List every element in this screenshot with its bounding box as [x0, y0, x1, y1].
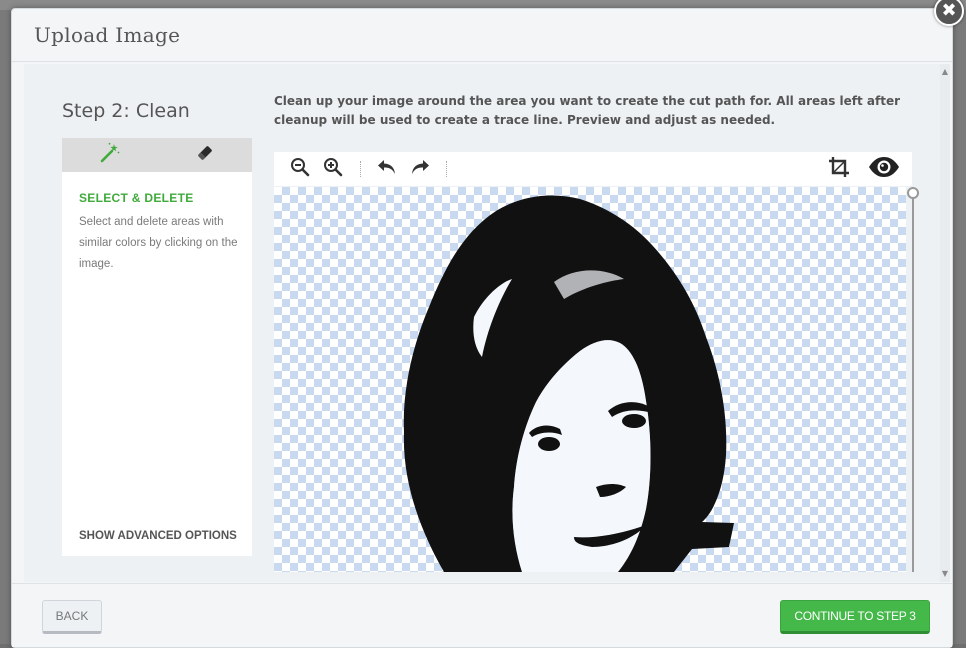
undo-button[interactable]	[373, 156, 401, 182]
toolbar-divider	[360, 161, 361, 177]
scroll-up-arrow-icon[interactable]: ▲	[940, 66, 950, 78]
step-instruction: Clean up your image around the area you …	[274, 94, 901, 127]
preview-eye-icon	[867, 156, 901, 182]
show-advanced-options-link[interactable]: SHOW ADVANCED OPTIONS	[79, 530, 237, 542]
redo-icon	[409, 157, 431, 181]
zoom-out-button[interactable]	[286, 156, 314, 182]
tab-select-delete[interactable]	[62, 138, 157, 172]
zoom-slider-track	[912, 193, 914, 572]
zoom-slider-handle[interactable]	[907, 187, 919, 199]
image-toolbar	[274, 152, 912, 186]
traced-portrait-image	[403, 195, 734, 572]
zoom-slider[interactable]	[906, 187, 920, 572]
continue-to-step-3-button[interactable]: CONTINUE TO STEP 3	[780, 600, 930, 634]
step-title: Step 2: Clean	[62, 100, 190, 122]
magic-wand-icon	[99, 142, 121, 168]
title-divider	[12, 61, 952, 62]
modal-footer: BACK CONTINUE TO STEP 3	[12, 583, 952, 647]
crop-icon	[828, 156, 850, 182]
modal-title: Upload Image	[34, 23, 181, 47]
tool-panel: SELECT & DELETE Select and delete areas …	[62, 138, 252, 556]
image-canvas[interactable]	[274, 187, 906, 572]
undo-icon	[376, 157, 398, 181]
tool-description: Select and delete areas with similar col…	[79, 216, 238, 270]
tab-eraser[interactable]	[157, 138, 252, 172]
modal-content: Step 2: Clean SELECT & DELETE Select and…	[24, 64, 950, 582]
tool-tabs	[62, 138, 252, 172]
upload-image-modal: Upload Image Step 2: Clean SELECT & DELE…	[11, 8, 953, 648]
tool-heading: SELECT & DELETE	[79, 191, 194, 205]
crop-button[interactable]	[825, 156, 853, 182]
scroll-down-arrow-icon[interactable]: ▼	[940, 568, 950, 580]
redo-button[interactable]	[406, 156, 434, 182]
content-scrollbar[interactable]: ▲ ▼	[940, 64, 950, 582]
eraser-icon	[195, 143, 215, 167]
zoom-in-button[interactable]	[319, 156, 347, 182]
zoom-in-icon	[323, 157, 343, 181]
toolbar-divider	[446, 161, 447, 177]
zoom-out-icon	[290, 157, 310, 181]
preview-button[interactable]	[866, 156, 902, 182]
back-button[interactable]: BACK	[42, 600, 102, 634]
